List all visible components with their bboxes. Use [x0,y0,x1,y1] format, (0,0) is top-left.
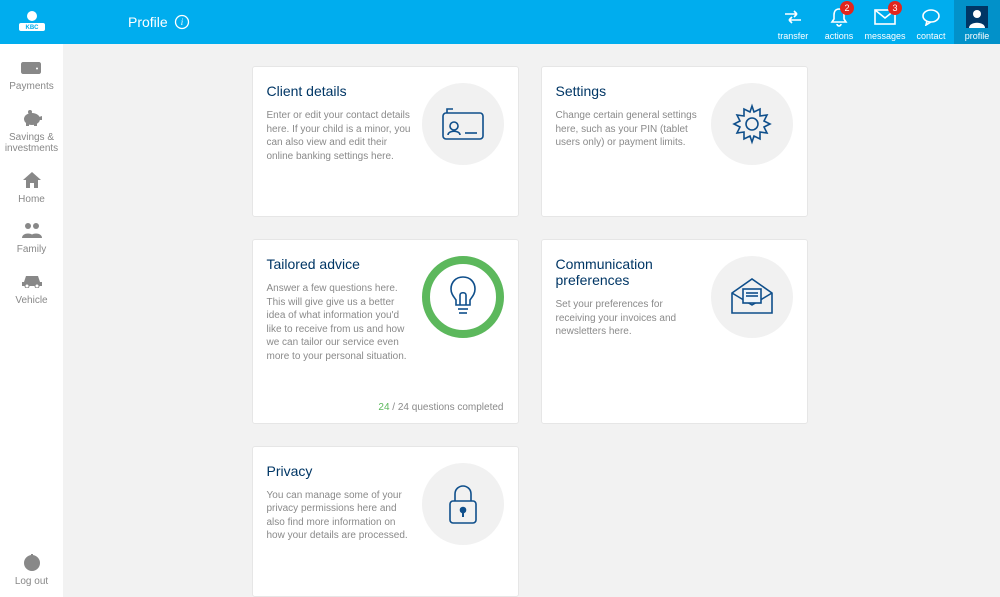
page-title: Profile [128,14,168,30]
card-title: Communication preferences [556,256,701,288]
envelope-icon: 3 [874,5,896,29]
card-title: Tailored advice [267,256,412,272]
actions-badge: 2 [840,1,854,15]
progress-text: 24 / 24 questions completed [378,402,503,413]
car-icon [21,270,43,292]
card-settings[interactable]: Settings Change certain general settings… [541,66,808,217]
sidebar-item-home[interactable]: Home [0,169,63,206]
card-description: Set your preferences for receiving your … [556,298,701,339]
card-description: Enter or edit your contact details here.… [267,109,412,163]
id-card-icon [422,83,504,165]
top-header: KBC Profile i transfer 2 actions 3 [0,0,1000,44]
card-title: Privacy [267,463,412,479]
actions-action[interactable]: 2 actions [816,0,862,44]
main-content: Client details Enter or edit your contac… [63,44,1000,597]
info-icon[interactable]: i [174,14,190,30]
svg-text:i: i [180,17,183,27]
wallet-icon [21,56,43,78]
family-icon [21,219,43,241]
card-communication-preferences[interactable]: Communication preferences Set your prefe… [541,239,808,423]
card-tailored-advice[interactable]: Tailored advice Answer a few questions h… [252,239,519,423]
card-description: Answer a few questions here. This will g… [267,282,412,363]
sidebar-item-logout[interactable]: Log out [0,551,63,588]
sidebar-item-payments[interactable]: Payments [0,56,63,93]
messages-badge: 3 [888,1,902,15]
gear-icon [711,83,793,165]
card-title: Client details [267,83,412,99]
profile-action[interactable]: profile [954,0,1000,44]
card-title: Settings [556,83,701,99]
contact-action[interactable]: contact [908,0,954,44]
card-grid: Client details Enter or edit your contac… [252,66,812,597]
open-envelope-icon [711,256,793,338]
svg-text:KBC: KBC [25,25,39,31]
sidebar-item-family[interactable]: Family [0,219,63,256]
card-client-details[interactable]: Client details Enter or edit your contac… [252,66,519,217]
sidebar-item-savings[interactable]: Savings & investments [0,107,63,155]
logout-icon [22,551,42,573]
profile-avatar-icon [966,5,988,29]
bell-icon: 2 [830,5,848,29]
page-title-area: Profile i [128,14,190,30]
sidebar-item-vehicle[interactable]: Vehicle [0,270,63,307]
lightbulb-icon [422,256,504,338]
lock-icon [422,463,504,545]
speech-icon [921,5,941,29]
sidebar: Payments Savings & investments Home Fami… [0,44,63,597]
transfer-action[interactable]: transfer [770,0,816,44]
card-privacy[interactable]: Privacy You can manage some of your priv… [252,446,519,597]
home-icon [22,169,42,191]
top-actions: transfer 2 actions 3 messages contact [770,0,1000,44]
piggy-icon [21,107,43,129]
card-description: You can manage some of your privacy perm… [267,489,412,543]
messages-action[interactable]: 3 messages [862,0,908,44]
transfer-icon [782,5,804,29]
kbc-logo-icon: KBC [17,9,47,35]
brand-logo[interactable]: KBC [0,0,63,44]
card-description: Change certain general settings here, su… [556,109,701,150]
